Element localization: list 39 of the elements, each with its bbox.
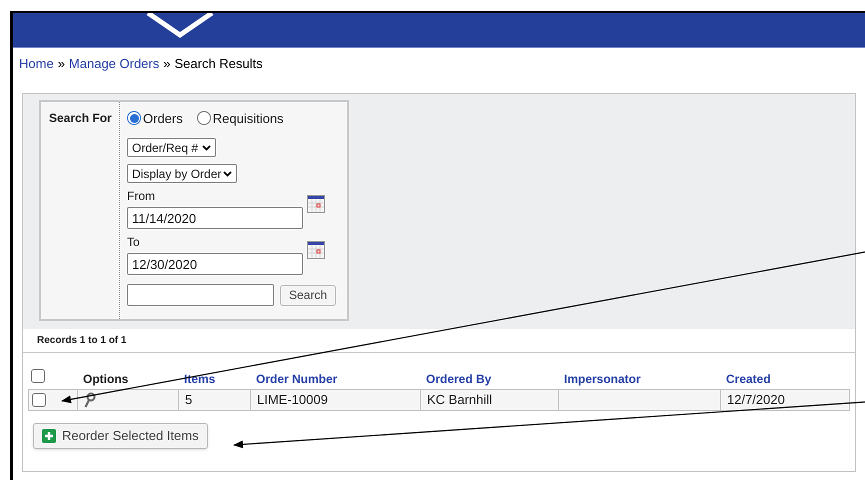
column-header[interactable]: Items <box>184 372 216 386</box>
search-for-label: Search For <box>49 110 112 124</box>
radio-label: Requisitions <box>212 110 284 128</box>
display-select[interactable]: Display by Order <box>127 164 238 183</box>
column-header: Options <box>83 372 128 386</box>
calendar-icon[interactable] <box>307 195 325 213</box>
breadcrumb-link[interactable]: Manage Orders <box>68 54 160 74</box>
breadcrumb-separator: » <box>58 55 65 73</box>
column-header[interactable]: Order Number <box>256 372 338 386</box>
table-cell-text: KC Barnhill <box>427 390 492 409</box>
plus-icon <box>42 428 56 442</box>
column-header[interactable]: Impersonator <box>564 372 641 386</box>
date-field[interactable]: 12/30/2020 <box>127 253 303 275</box>
checkbox[interactable] <box>32 392 46 406</box>
date-field[interactable]: 11/14/2020 <box>127 207 303 229</box>
breadcrumb-separator: » <box>163 55 170 73</box>
column-header[interactable]: Ordered By <box>426 372 492 386</box>
date-label: From <box>127 188 155 205</box>
table-cell-text: LIME-10009 <box>257 390 328 409</box>
column-header[interactable]: Created <box>726 372 771 386</box>
magnifier-icon[interactable] <box>84 392 96 408</box>
radio-button[interactable] <box>127 111 141 126</box>
chevron-down-icon <box>202 144 212 150</box>
chevron-logo <box>146 13 214 39</box>
radio-label: Orders <box>143 110 183 128</box>
date-label: To <box>127 234 140 251</box>
records-count: Records 1 to 1 of 1 <box>37 334 126 348</box>
chevron-down-icon <box>223 170 232 176</box>
table-cell-text: 12/7/2020 <box>727 390 785 409</box>
radio-button[interactable] <box>196 111 211 126</box>
checkbox[interactable] <box>31 369 45 383</box>
calendar-icon[interactable] <box>307 241 325 259</box>
table-cell-text: 5 <box>185 390 192 409</box>
search-button[interactable]: Search <box>280 284 336 306</box>
search-field[interactable] <box>127 284 274 306</box>
field-select[interactable]: Order/Req # <box>127 138 216 157</box>
reorder-button[interactable]: Reorder Selected Items <box>33 422 208 448</box>
breadcrumb-link[interactable]: Home <box>19 54 54 74</box>
breadcrumb-current: Search Results <box>174 55 263 73</box>
